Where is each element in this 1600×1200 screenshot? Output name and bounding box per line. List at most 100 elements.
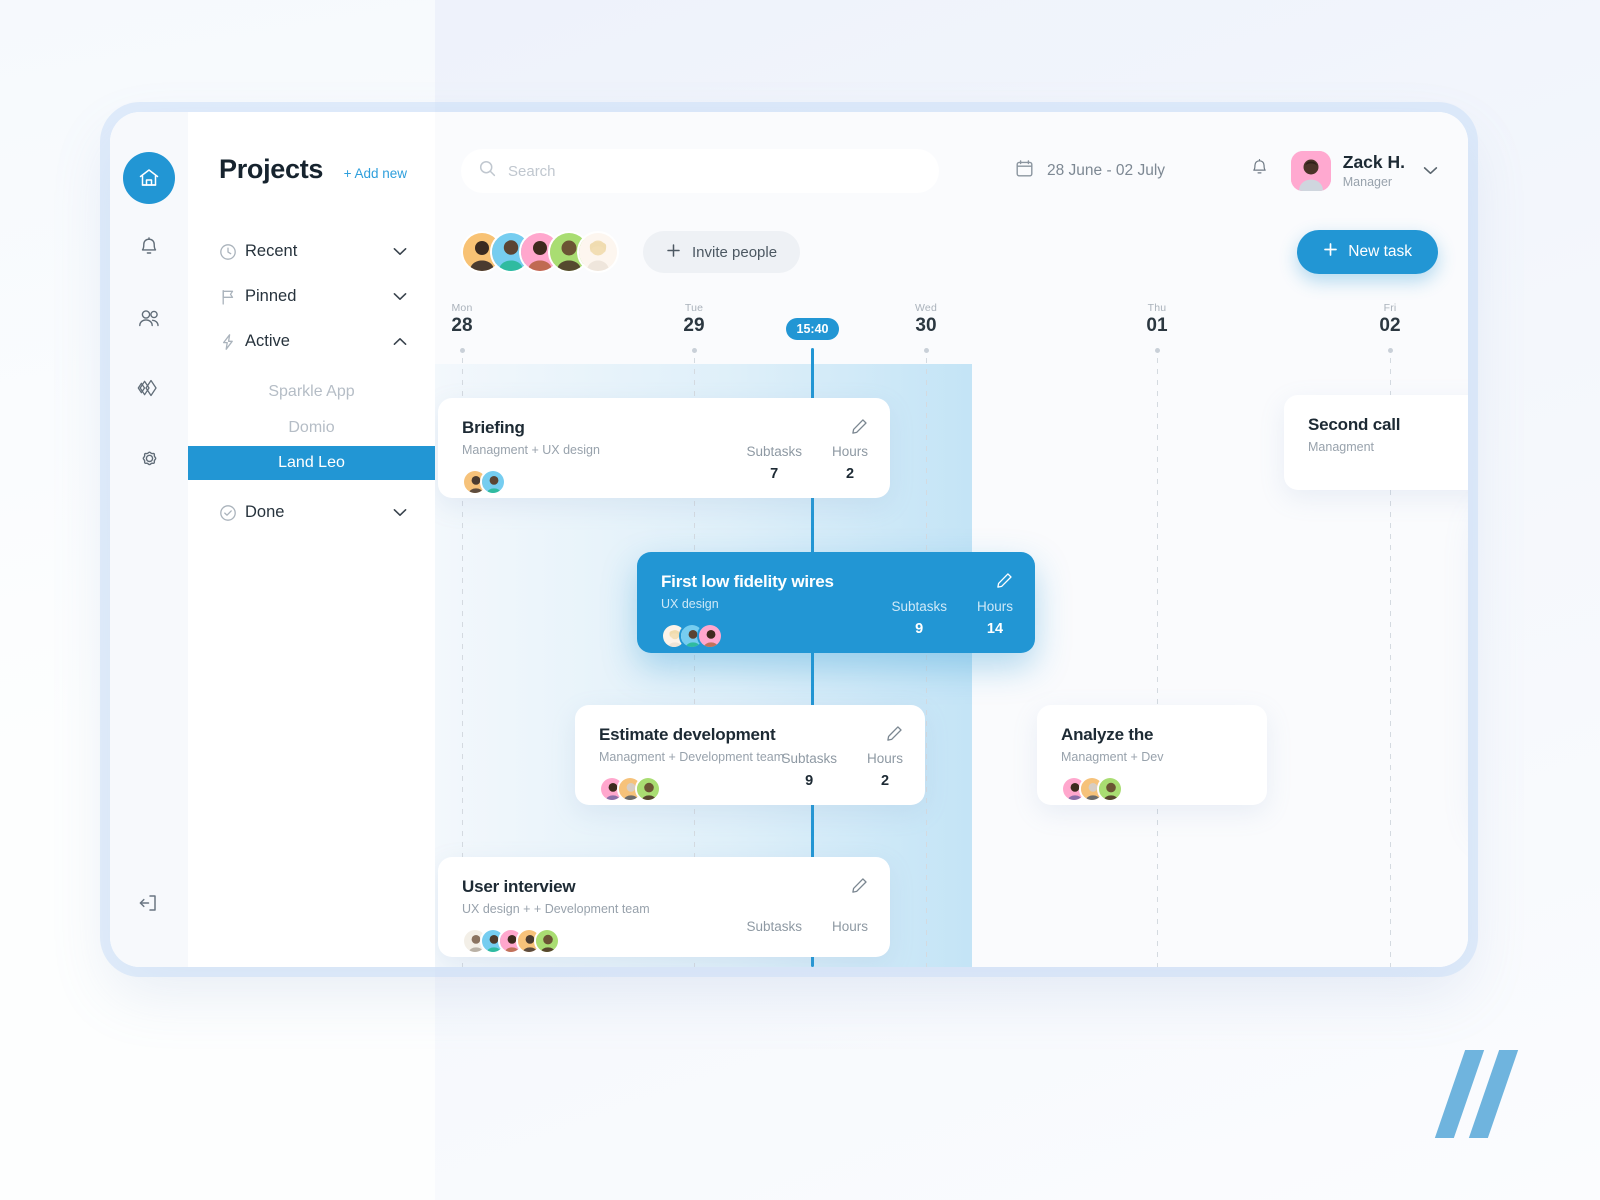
calendar-icon [1015,159,1034,183]
people-icon [137,307,162,329]
new-task-label: New task [1348,243,1412,260]
pencil-icon[interactable] [851,418,868,440]
app-window: Projects + Add new Recent Pinned Active … [110,112,1468,967]
chevron-up-icon[interactable] [393,333,407,351]
current-time-badge: 15:40 [785,318,840,340]
timeline-day-thu: Thu 01 [1146,302,1168,967]
pencil-icon[interactable] [886,725,903,747]
logout-button[interactable] [127,883,171,927]
rail-item-layers[interactable] [123,362,175,414]
task-metrics: Subtasks 9 Hours 14 [891,599,1013,637]
task-card-analyze-the[interactable]: Analyze the Managment + Dev [1037,705,1267,805]
invite-people-button[interactable]: Invite people [643,231,801,273]
day-number: 29 [683,315,705,336]
task-subtitle: UX design + + Development team [462,902,650,916]
hours-label: Hours [831,444,868,459]
day-number: 30 [915,315,937,336]
avatar [697,623,723,649]
sidebar-item-domio[interactable]: Domio [188,410,435,446]
home-icon [137,166,161,190]
task-title: Analyze the [1061,725,1154,744]
layers-icon [136,377,162,399]
sidebar-item-sparkle-app[interactable]: Sparkle App [188,374,435,410]
hours-label: Hours [866,751,903,766]
notification-bell-icon[interactable] [1249,158,1270,184]
logout-icon [138,893,160,918]
date-range[interactable]: 28 June - 02 July [1015,159,1165,183]
chevron-down-icon[interactable] [393,504,407,522]
team-toolbar: Invite people New task [461,224,1438,280]
task-title: Second call [1308,415,1401,434]
task-avatars [1061,776,1243,802]
new-task-button[interactable]: New task [1297,230,1438,274]
task-card-second-call[interactable]: Second call Managment [1284,395,1468,490]
search-input[interactable] [508,162,921,180]
hours-value: 2 [845,466,855,482]
day-of-week: Fri [1383,302,1397,314]
sidebar-item-land-leo[interactable]: Land Leo [188,446,435,480]
avatar [480,469,506,495]
projects-panel: Projects + Add new Recent Pinned Active … [188,112,435,967]
task-metrics: Subtasks Hours [746,919,868,941]
hours-metric: Hours 2 [832,444,868,482]
subtasks-metric: Subtasks 9 [781,751,837,789]
sidebar-item-pinned[interactable]: Pinned [188,274,435,319]
main-area: 28 June - 02 July [435,112,1468,967]
sidebar-item-active[interactable]: Active [188,319,435,364]
page-title: Projects [219,154,324,184]
rail-item-home[interactable] [123,152,175,204]
hours-metric: Hours 14 [977,599,1013,637]
invite-people-label: Invite people [692,243,778,261]
hours-value: 14 [986,621,1004,637]
team-avatar-stack[interactable] [461,231,619,273]
flag-icon [219,288,245,306]
sidebar-item-label: Pinned [245,287,297,305]
icon-rail [110,112,188,967]
subtasks-metric: Subtasks 9 [891,599,947,637]
hours-label: Hours [976,599,1013,614]
task-card-estimate-development[interactable]: Estimate development Managment + Develop… [575,705,925,805]
search-box[interactable] [461,149,939,193]
clock-icon [219,243,245,261]
task-card-briefing[interactable]: Briefing Managment + UX design Subtasks [438,398,890,498]
task-metrics: Subtasks 7 Hours 2 [746,444,868,482]
avatar [577,231,619,273]
day-of-week: Tue [684,302,704,314]
chevron-down-icon[interactable] [1423,162,1438,180]
task-card-first-low-fidelity-wires[interactable]: First low fidelity wires UX design Subta… [637,552,1035,653]
rail-item-settings[interactable] [123,432,175,484]
chevron-down-icon[interactable] [393,243,407,261]
task-card-user-interview[interactable]: User interview UX design + + Development… [438,857,890,957]
day-number: 02 [1379,315,1401,336]
sidebar-item-label: Recent [245,242,298,260]
chevron-down-icon[interactable] [393,288,407,306]
bell-icon [137,236,161,260]
avatar [1097,776,1123,802]
avatar [635,776,661,802]
avatar [1290,151,1331,191]
top-right-controls: Zack H. Manager [1249,151,1438,191]
rail-item-team[interactable] [123,292,175,344]
subtasks-value: 9 [915,621,924,637]
sidebar-item-recent[interactable]: Recent [188,229,435,274]
task-title: User interview [462,877,576,896]
subtasks-label: Subtasks [891,599,947,614]
timeline: Mon 28 Tue 29 Wed 30 Thu 01 Fri 02 15:40… [435,302,1468,967]
pencil-icon[interactable] [996,572,1013,594]
add-new-project-button[interactable]: + Add new [344,166,407,181]
user-menu[interactable]: Zack H. Manager [1290,151,1438,191]
sidebar-item-label: Done [245,503,285,521]
subtasks-metric: Subtasks [746,919,802,941]
rail-item-notifications[interactable] [123,222,175,274]
task-title: Briefing [462,418,525,437]
sidebar-item-done[interactable]: Done [188,490,435,535]
hours-metric: Hours 2 [867,751,903,789]
task-metrics: Subtasks 9 Hours 2 [781,751,903,789]
bolt-icon [219,333,245,351]
subtasks-value: 7 [770,466,779,482]
top-bar: 28 June - 02 July [435,112,1468,230]
hours-value: 2 [880,773,890,789]
screen-root: Projects + Add new Recent Pinned Active … [0,0,1600,1200]
pencil-icon[interactable] [851,877,868,899]
day-of-week: Thu [1147,302,1167,314]
